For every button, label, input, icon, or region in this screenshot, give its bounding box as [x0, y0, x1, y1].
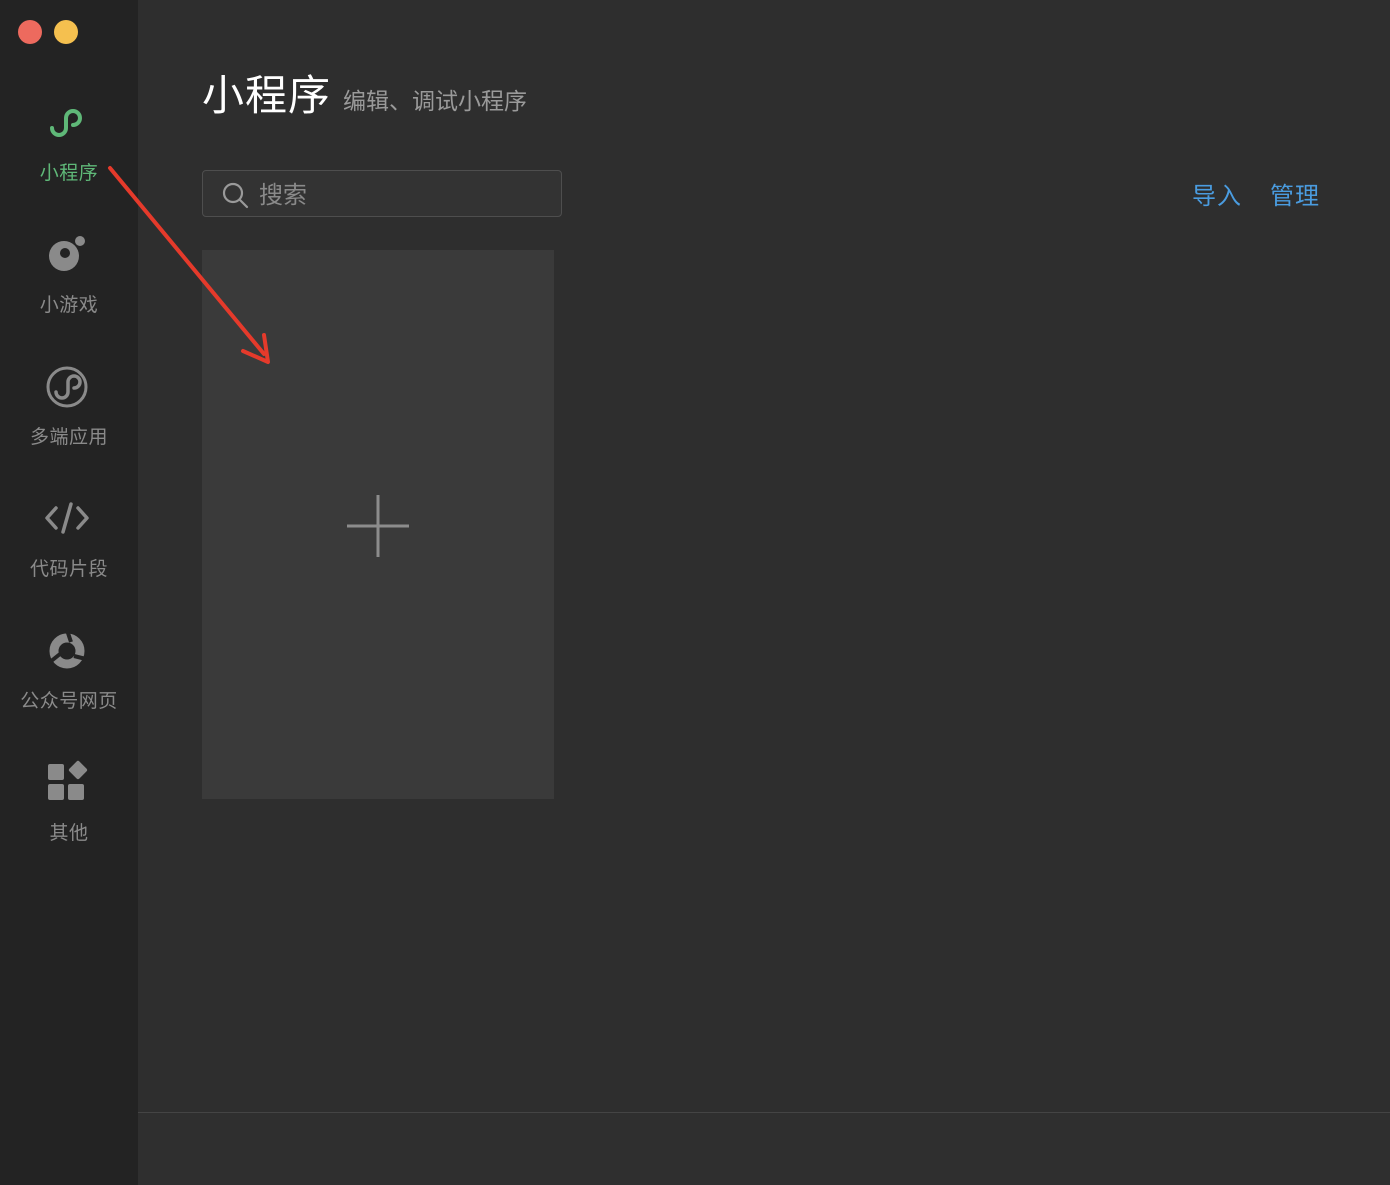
sidebar-item-other[interactable]: 其他	[0, 760, 138, 870]
import-link[interactable]: 导入	[1192, 176, 1242, 211]
plus-icon	[347, 495, 409, 557]
sidebar-item-label: 公众号网页	[20, 690, 118, 712]
sidebar-item-label: 小程序	[39, 162, 99, 184]
page-title: 小程序	[202, 71, 332, 120]
close-button[interactable]	[18, 20, 42, 44]
multiplatform-icon	[46, 366, 88, 408]
minigame-icon	[49, 236, 85, 271]
sidebar-item-label: 小游戏	[39, 294, 99, 316]
new-project-card[interactable]	[202, 250, 554, 799]
sidebar-item-multiplatform[interactable]: 多端应用	[0, 364, 138, 474]
sidebar-item-official-account[interactable]: 公众号网页	[0, 628, 138, 738]
sidebar-item-label: 代码片段	[29, 558, 108, 580]
apps-icon	[48, 760, 88, 800]
code-icon	[45, 502, 89, 534]
sidebar-item-minigame[interactable]: 小游戏	[0, 232, 138, 342]
manage-link[interactable]: 管理	[1270, 176, 1320, 211]
sidebar: 小程序 小游戏 多端应用 代码片段 公众号网页 其他	[0, 0, 138, 1185]
search-icon	[222, 182, 249, 209]
footer-bar	[138, 1112, 1390, 1185]
minimize-button[interactable]	[54, 20, 78, 44]
app-window: 小程序 小游戏 多端应用 代码片段 公众号网页 其他 小程序 编辑、调试小程序 …	[0, 0, 1390, 1185]
sidebar-item-label: 多端应用	[29, 426, 108, 448]
main-panel: 小程序 编辑、调试小程序 导入 管理	[138, 0, 1390, 1112]
sidebar-item-label: 其他	[49, 822, 89, 844]
search-input[interactable]	[257, 177, 551, 213]
sidebar-item-miniprogram[interactable]: 小程序	[0, 100, 138, 210]
search-box[interactable]	[202, 170, 562, 217]
page-subtitle: 编辑、调试小程序	[343, 89, 527, 115]
sidebar-item-code-snippets[interactable]: 代码片段	[0, 496, 138, 606]
miniprogram-icon	[50, 109, 83, 137]
official-account-icon	[48, 629, 87, 669]
